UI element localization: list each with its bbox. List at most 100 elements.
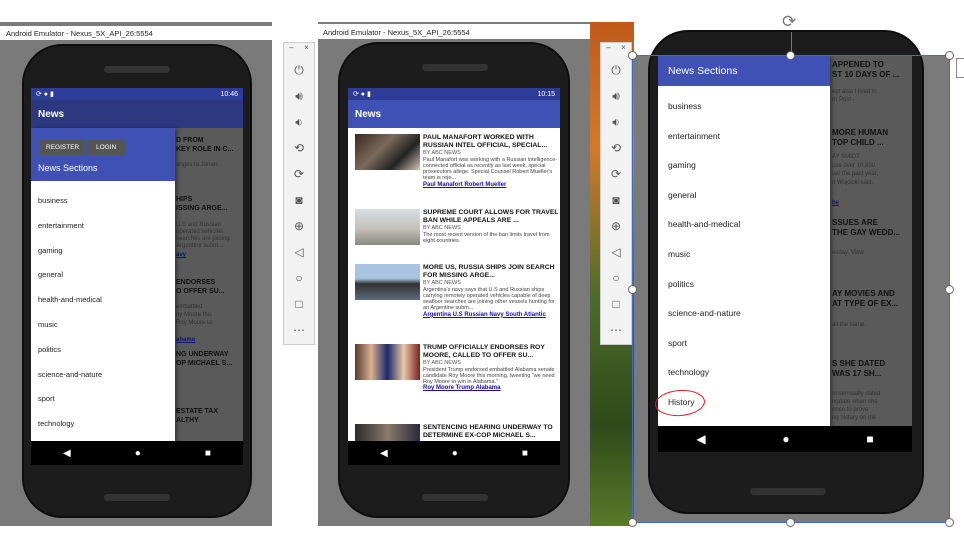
bg-snippet: searches are joining <box>176 236 230 242</box>
article-tags[interactable]: Argentina U.S Russian Navy South Atlanti… <box>423 312 560 320</box>
bg-headline: ENDORSES <box>176 279 216 286</box>
section-list-1: business entertainment gaming general health… <box>31 181 175 437</box>
article-card[interactable]: MORE US, RUSSIA SHIPS JOIN SEARCH FOR MI… <box>348 264 560 319</box>
login-button[interactable]: LOGIN <box>87 140 126 155</box>
screen-1: ⟳ ● ▮ 10:46 News D FROM KEY ROLE IN C...… <box>31 88 243 465</box>
emulator-title-2: Android Emulator - Nexus_5X_API_26:5554 <box>323 28 470 37</box>
volume-down-icon[interactable]: 🔉︎ <box>295 109 303 135</box>
app-toolbar-2: News <box>348 100 560 128</box>
bg-snippet: embattled <box>176 304 203 310</box>
back-icon[interactable]: ◁ <box>611 239 620 265</box>
app-title-2: News <box>355 109 382 120</box>
article-text: SUPREME COURT ALLOWS FOR TRAVEL BAN WHIL… <box>423 209 560 245</box>
status-time-1: 10:46 <box>220 90 238 98</box>
section-item-entertainment[interactable]: entertainment <box>31 214 175 239</box>
section-item-health-and-medical[interactable]: health-and-medical <box>31 288 175 313</box>
resize-handle[interactable] <box>628 518 637 527</box>
side-toolbar-header: – × <box>284 43 314 57</box>
article-thumbnail[interactable] <box>355 134 420 170</box>
section-item-gaming[interactable]: gaming <box>31 239 175 264</box>
volume-up-icon[interactable]: 🔊︎ <box>612 83 620 109</box>
article-tags[interactable]: Roy Moore Trump Alabama <box>423 385 560 393</box>
recents-nav-icon[interactable]: ■ <box>205 448 211 459</box>
article-tags[interactable]: Paul Manafort Robert Mueller <box>423 182 560 190</box>
bg-link: avy <box>176 252 187 258</box>
rotate-left-icon[interactable]: ⟲ <box>294 135 304 161</box>
overview-icon[interactable]: □ <box>612 291 619 317</box>
rotate-right-icon[interactable]: ⟳ <box>294 161 304 187</box>
more-icon[interactable]: ⋯ <box>293 317 305 343</box>
back-nav-icon[interactable]: ◀ <box>380 448 388 459</box>
zoom-icon[interactable]: ⊕ <box>294 213 304 239</box>
article-headline[interactable]: TRUMP OFFICIALLY ENDORSES ROY MOORE, CAL… <box>423 344 560 360</box>
article-headline[interactable]: SENTENCING HEARING UNDERWAY TO DETERMINE… <box>423 424 560 440</box>
power-icon[interactable]: ⏻ <box>294 57 304 83</box>
article-headline[interactable]: MORE US, RUSSIA SHIPS JOIN SEARCH FOR MI… <box>423 264 560 280</box>
emulator-side-toolbar-1: – × ⏻ 🔊︎ 🔉︎ ⟲ ⟳ ◙ ⊕ ◁ ○ □ ⋯ <box>283 42 315 345</box>
home-nav-icon[interactable]: ● <box>135 448 141 459</box>
rotate-handle-icon[interactable]: ⟳ <box>782 12 796 32</box>
zoom-icon[interactable]: ⊕ <box>611 213 621 239</box>
rotate-right-icon[interactable]: ⟳ <box>611 161 621 187</box>
resize-handle[interactable] <box>945 51 954 60</box>
resize-handle[interactable] <box>786 51 795 60</box>
volume-up-icon[interactable]: 🔊︎ <box>295 83 303 109</box>
section-item-general[interactable]: general <box>31 263 175 288</box>
article-list: PAUL MANAFORT WORKED WITH RUSSIAN INTEL … <box>348 128 560 441</box>
home-icon[interactable]: ○ <box>295 265 302 291</box>
article-thumbnail[interactable] <box>355 264 420 300</box>
article-headline[interactable]: SUPREME COURT ALLOWS FOR TRAVEL BAN WHIL… <box>423 209 560 225</box>
home-icon[interactable]: ○ <box>612 265 619 291</box>
register-button[interactable]: REGISTER <box>40 140 86 155</box>
section-item-sport[interactable]: sport <box>31 387 175 412</box>
more-icon[interactable]: ⋯ <box>610 317 622 343</box>
section-item-music[interactable]: music <box>31 313 175 338</box>
home-nav-icon[interactable]: ● <box>452 448 458 459</box>
resize-handle[interactable] <box>628 51 637 60</box>
article-thumbnail[interactable] <box>355 209 420 245</box>
nav-bar-2: ◀ ● ■ <box>348 441 560 465</box>
article-card[interactable]: TRUMP OFFICIALLY ENDORSES ROY MOORE, CAL… <box>348 344 560 393</box>
drawer-header-1: REGISTER LOGIN News Sections <box>31 128 175 181</box>
article-thumbnail[interactable] <box>355 344 420 380</box>
article-text: TRUMP OFFICIALLY ENDORSES ROY MOORE, CAL… <box>423 344 560 393</box>
resize-handle[interactable] <box>786 518 795 527</box>
minimize-icon[interactable]: – <box>606 43 610 57</box>
emulator-title-bar-2[interactable]: Android Emulator - Nexus_5X_API_26:5554 <box>318 24 590 39</box>
camera-icon[interactable]: ◙ <box>295 187 302 213</box>
article-thumbnail[interactable] <box>355 424 420 441</box>
close-icon[interactable]: × <box>621 43 626 57</box>
article-description: Paul Manafort was working with a Russian… <box>423 156 558 182</box>
app-title-1: News <box>38 109 65 120</box>
power-icon[interactable]: ⏻ <box>611 57 621 83</box>
bg-snippet: Roy Moore to <box>176 320 213 326</box>
section-item-science-and-nature[interactable]: science-and-nature <box>31 363 175 388</box>
overview-icon[interactable]: □ <box>295 291 302 317</box>
bg-headline: D FROM <box>176 137 204 144</box>
back-icon[interactable]: ◁ <box>294 239 303 265</box>
rotate-left-icon[interactable]: ⟲ <box>611 135 621 161</box>
section-item-politics[interactable]: politics <box>31 338 175 363</box>
bg-snippet: Argentine subm... <box>176 243 224 249</box>
article-headline[interactable]: PAUL MANAFORT WORKED WITH RUSSIAN INTEL … <box>423 134 560 150</box>
emulator-title-bar-1[interactable]: Android Emulator - Nexus_5X_API_26:5554 <box>0 26 272 40</box>
volume-down-icon[interactable]: 🔉︎ <box>612 109 620 135</box>
speaker-bottom-2 <box>422 494 488 501</box>
article-text: PAUL MANAFORT WORKED WITH RUSSIAN INTEL … <box>423 134 560 189</box>
minimize-icon[interactable]: – <box>289 43 293 57</box>
layout-options-icon[interactable] <box>956 58 964 78</box>
section-item-technology[interactable]: technology <box>31 412 175 437</box>
back-nav-icon[interactable]: ◀ <box>63 448 71 459</box>
camera-icon[interactable]: ◙ <box>612 187 619 213</box>
bg-headline: O OFFER SU... <box>176 288 225 295</box>
resize-handle[interactable] <box>628 285 637 294</box>
article-card[interactable]: SUPREME COURT ALLOWS FOR TRAVEL BAN WHIL… <box>348 209 560 245</box>
notification-icons: ⟳ ● ▮ <box>36 91 54 98</box>
resize-handle[interactable] <box>945 285 954 294</box>
recents-nav-icon[interactable]: ■ <box>522 448 528 459</box>
article-card[interactable]: PAUL MANAFORT WORKED WITH RUSSIAN INTEL … <box>348 134 560 189</box>
article-card[interactable]: SENTENCING HEARING UNDERWAY TO DETERMINE… <box>348 424 560 441</box>
resize-handle[interactable] <box>945 518 954 527</box>
close-icon[interactable]: × <box>304 43 309 57</box>
section-item-business[interactable]: business <box>31 189 175 214</box>
